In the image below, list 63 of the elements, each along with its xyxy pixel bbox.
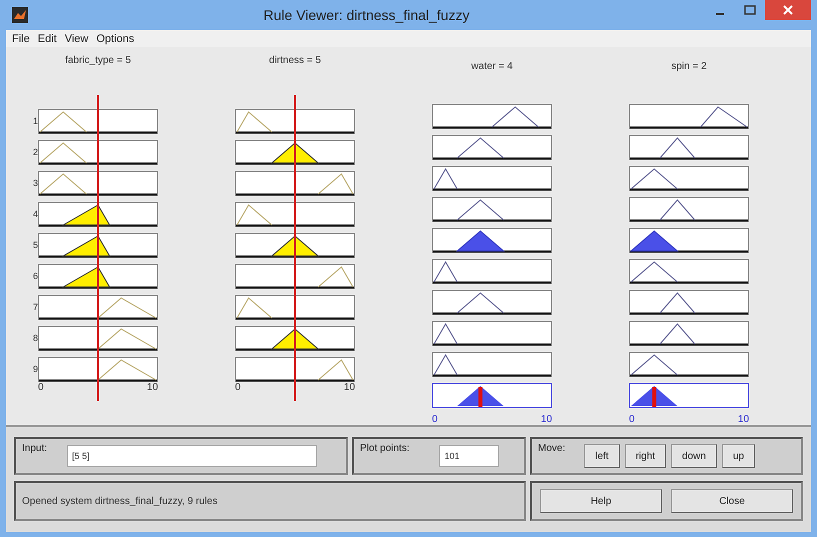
input-label: Input: — [22, 443, 48, 454]
rule-number: 7 — [33, 301, 38, 314]
axis-tick: 0 — [432, 414, 438, 425]
menu-item[interactable]: File — [12, 32, 30, 44]
axis-tick: 10 — [146, 382, 158, 393]
dialog-button[interactable]: Help — [540, 489, 662, 513]
membership-plot[interactable] — [235, 357, 356, 382]
input-marker-line[interactable] — [97, 95, 100, 401]
axis-tick: 0 — [629, 414, 635, 425]
minimize-icon — [716, 12, 724, 14]
membership-plot[interactable] — [38, 171, 158, 196]
membership-plot[interactable] — [38, 233, 158, 258]
status-message: Opened system dirtness_final_fuzzy, 9 rules — [22, 496, 218, 506]
app-icon — [12, 7, 28, 23]
membership-plot[interactable] — [235, 295, 356, 320]
membership-plot[interactable] — [235, 171, 356, 196]
membership-plot[interactable] — [38, 140, 158, 165]
rule-number: 2 — [33, 146, 38, 159]
membership-plot[interactable] — [38, 295, 158, 320]
rule-number: 5 — [33, 239, 38, 252]
rule-number: 6 — [33, 270, 38, 283]
membership-plot[interactable] — [235, 202, 356, 227]
close-icon — [783, 5, 793, 15]
rule-number: 8 — [33, 332, 38, 345]
variable-label: spin = 2 — [670, 61, 708, 74]
plot-points-label: Plot points: — [360, 443, 410, 454]
maximize-icon — [744, 5, 756, 15]
input-marker-line[interactable] — [294, 95, 296, 401]
membership-plot[interactable] — [235, 140, 356, 165]
input-field[interactable]: [5 5] — [67, 445, 318, 467]
rule-number: 3 — [33, 177, 38, 190]
menu-item[interactable]: Edit — [38, 32, 57, 44]
membership-plot[interactable] — [38, 264, 158, 289]
menu-item[interactable]: View — [64, 32, 88, 44]
close-button[interactable] — [765, 0, 811, 20]
axis-tick: 10 — [540, 414, 552, 425]
move-button[interactable]: right — [624, 444, 666, 468]
axis-tick: 10 — [344, 382, 356, 393]
window-title: Rule Viewer: dirtness_final_fuzzy — [262, 7, 470, 23]
rule-number: 1 — [33, 115, 38, 128]
move-button[interactable]: down — [671, 444, 717, 468]
membership-plot[interactable] — [235, 233, 356, 258]
dialog-button[interactable]: Close — [671, 489, 793, 513]
plot-points-field[interactable]: 101 — [439, 445, 500, 467]
rule-number: 4 — [33, 208, 38, 221]
move-button[interactable]: up — [722, 444, 756, 468]
axis-tick: 0 — [38, 382, 44, 393]
membership-plot[interactable] — [38, 109, 158, 134]
membership-plot[interactable] — [235, 326, 356, 351]
variable-label: water = 4 — [470, 61, 514, 74]
membership-plot[interactable] — [38, 357, 158, 382]
menu-item[interactable]: Options — [96, 32, 134, 44]
axis-tick: 0 — [235, 382, 241, 393]
membership-plot[interactable] — [38, 326, 158, 351]
membership-plot[interactable] — [235, 264, 356, 289]
move-label: Move: — [538, 443, 566, 454]
rule-number: 9 — [33, 363, 38, 376]
move-button[interactable]: left — [584, 444, 620, 468]
membership-plot[interactable] — [38, 202, 158, 227]
axis-tick: 10 — [738, 414, 750, 425]
variable-label: fabric_type = 5 — [64, 55, 132, 68]
membership-plot[interactable] — [235, 109, 356, 134]
variable-label: dirtness = 5 — [268, 55, 322, 68]
